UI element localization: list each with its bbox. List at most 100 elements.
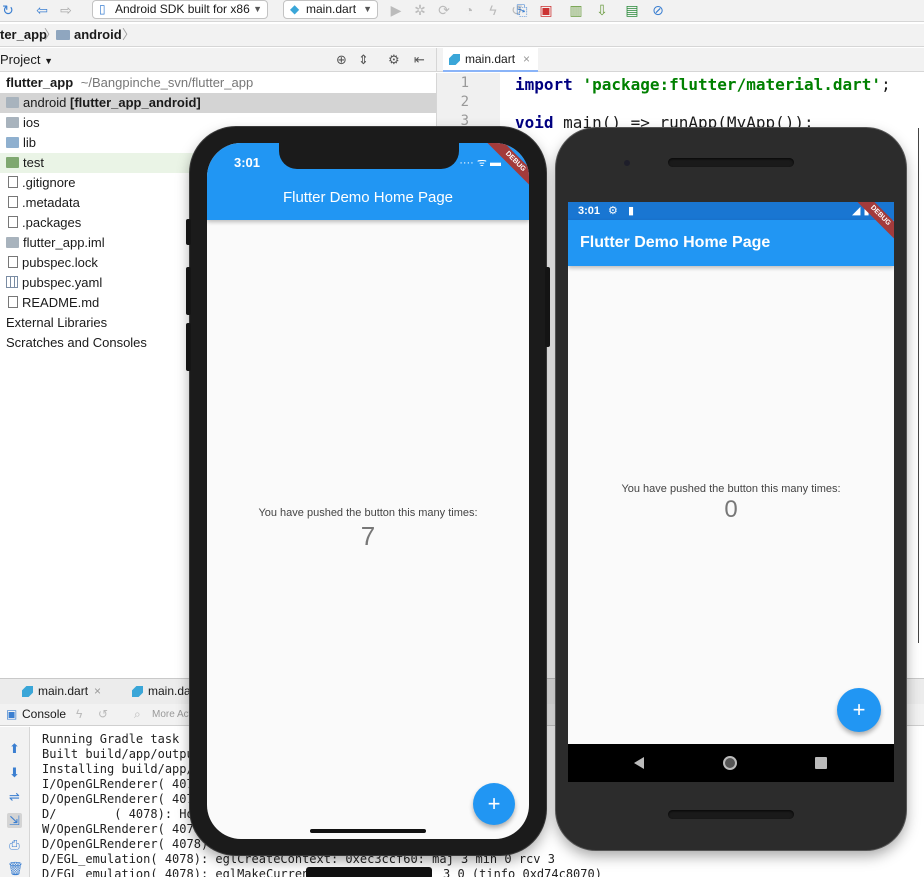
console-line: D/EGL_emulation( 4078): eglMakeCurrent <box>42 867 317 877</box>
console-line: Built build/app/output <box>42 747 201 761</box>
no-entry-icon[interactable]: ⊘ <box>650 1 666 19</box>
app-bar: Flutter Demo Home Page <box>568 220 894 266</box>
counter-message: You have pushed the button this many tim… <box>258 507 478 519</box>
inspector-icon[interactable]: ⌕ <box>134 704 141 725</box>
collapse-all-icon[interactable]: ⇕ <box>358 48 369 72</box>
android-screen[interactable]: 3:01 ⚙ ▮ ◢ ▮ Flutter Demo Home Page DEBU… <box>568 202 894 782</box>
code-line: import 'package:flutter/material.dart'; <box>515 75 891 94</box>
grid-file-icon <box>6 276 18 288</box>
arrow-up-icon[interactable]: ⬆ <box>7 741 22 756</box>
navigation-bar <box>568 744 894 782</box>
top-speaker <box>668 158 794 167</box>
locate-icon[interactable]: ⊕ <box>336 48 347 72</box>
iphone-simulator: 3:01 ···· ᯤ ▬ Flutter Demo Home Page DEB… <box>186 127 550 855</box>
ide-window: ↻ ⇦ ⇨ ▯ Android SDK built for x86 ▼ ◆ ma… <box>0 0 924 877</box>
gear-icon[interactable]: ⚙ <box>388 48 400 72</box>
back-icon[interactable]: ⇦ <box>34 1 50 19</box>
app-bar-title: Flutter Demo Home Page <box>282 189 454 206</box>
increment-button[interactable]: + <box>837 688 881 732</box>
counter-value: 7 <box>360 521 376 551</box>
hot-restart-icon[interactable]: ↺ <box>98 704 108 725</box>
sync-icon[interactable]: ↻ <box>0 1 16 19</box>
run-tab-main-dart-2[interactable]: main.da <box>128 679 191 705</box>
device-selector-label: Android SDK built for x86 <box>115 2 250 16</box>
hot-reload-icon[interactable]: ϟ <box>485 1 501 19</box>
notch <box>279 143 459 169</box>
more-actions-link[interactable]: More Acti <box>152 704 194 725</box>
hot-reload-icon[interactable]: ϟ <box>76 704 82 725</box>
status-time: 3:01 <box>234 155 261 170</box>
tooltip-overlay <box>306 867 432 877</box>
console-line: Installing build/app/o <box>42 762 201 776</box>
dart-icon <box>132 686 143 697</box>
soft-wrap-icon[interactable]: ⇌ <box>7 789 22 804</box>
line-number: 1 <box>460 75 469 91</box>
breadcrumb-item[interactable]: android <box>56 24 122 46</box>
hide-panel-icon[interactable]: ⇤ <box>414 48 425 72</box>
breadcrumb: ter_app 〉 android 〉 <box>0 24 924 47</box>
breadcrumb-separator: 〉 <box>122 27 136 42</box>
phone-icon: ▯ <box>99 2 106 16</box>
stop-icon[interactable]: ▣ <box>538 1 554 19</box>
run-tab-main-dart[interactable]: main.dart × <box>18 679 101 705</box>
status-time: 3:01 <box>578 205 601 217</box>
file-icon <box>8 216 18 228</box>
console-line: D/ ( 4078): Hos <box>42 807 201 821</box>
chevron-down-icon: ▼ <box>363 4 372 14</box>
status-bar: 3:01 ⚙ ▮ ◢ ▮ <box>568 202 894 220</box>
avd-manager-icon[interactable]: ⇩ <box>594 1 610 19</box>
file-icon <box>8 196 18 208</box>
line-number: 2 <box>460 94 469 110</box>
console-side-toolbar: ⬆ ⬇ ⇌ ⇲ ⎙ 🗑 <box>0 727 30 877</box>
back-icon[interactable] <box>634 757 644 769</box>
attach-icon[interactable]: ⎘ <box>514 1 530 19</box>
tree-item-root[interactable]: flutter_app ~/Bangpinche_svn/flutter_app <box>0 73 436 93</box>
chevron-down-icon: ▼ <box>253 4 262 14</box>
forward-icon[interactable]: ⇨ <box>58 1 74 19</box>
counter-message: You have pushed the button this many tim… <box>621 483 841 495</box>
folder-icon <box>6 97 19 108</box>
close-icon[interactable]: × <box>94 684 101 698</box>
increment-button[interactable]: + <box>473 783 515 825</box>
app-bar-title: Flutter Demo Home Page <box>580 234 771 251</box>
scroll-to-end-icon[interactable]: ⇲ <box>7 813 22 828</box>
close-icon[interactable]: × <box>523 52 530 66</box>
counter-value: 0 <box>724 496 738 523</box>
home-indicator[interactable] <box>310 829 426 833</box>
recents-icon[interactable] <box>815 757 827 769</box>
print-icon[interactable]: ⎙ <box>7 837 22 852</box>
tab-main-dart[interactable]: main.dart × <box>443 48 539 72</box>
bottom-speaker <box>668 810 794 819</box>
tree-item-android[interactable]: android [flutter_app_android] <box>0 93 436 113</box>
volume-up-button <box>186 267 191 315</box>
arrow-down-icon[interactable]: ⬇ <box>7 765 22 780</box>
sd-card-icon: ▮ <box>628 205 635 217</box>
file-icon <box>8 176 18 188</box>
iphone-screen[interactable]: 3:01 ···· ᯤ ▬ Flutter Demo Home Page DEB… <box>207 143 529 839</box>
android-emulator: 3:01 ⚙ ▮ ◢ ▮ Flutter Demo Home Page DEBU… <box>556 128 906 850</box>
mute-switch <box>186 219 191 245</box>
run-icon[interactable]: ▶ <box>388 1 404 19</box>
breadcrumb-item[interactable]: ter_app <box>0 24 47 46</box>
tab-console[interactable]: Console <box>22 704 66 725</box>
monitor-icon[interactable]: ▤ <box>624 1 640 19</box>
debug-icon[interactable]: ✲ <box>412 1 428 19</box>
editor-tab-bar: main.dart × <box>436 48 924 72</box>
sdk-manager-icon[interactable]: ▥ <box>568 1 584 19</box>
run-config-label: main.dart <box>306 2 357 16</box>
run-config-selector[interactable]: ◆ main.dart ▼ <box>283 0 378 19</box>
project-view-selector[interactable]: Project ▼ <box>0 48 53 73</box>
coverage-icon[interactable]: ◔ <box>461 1 477 19</box>
trash-icon[interactable]: 🗑 <box>7 861 24 876</box>
console-line: D/OpenGLRenderer( 4078 <box>42 792 201 806</box>
folder-icon <box>6 137 19 148</box>
device-selector[interactable]: ▯ Android SDK built for x86 ▼ <box>92 0 268 19</box>
console-line-tail: 3 0 (tinfo 0xd74c8070) <box>443 867 602 877</box>
front-camera <box>624 160 630 166</box>
module-file-icon <box>6 237 19 248</box>
dart-icon: ◆ <box>290 2 300 16</box>
console-line: Running Gradle task 'a <box>42 732 201 746</box>
profile-icon[interactable]: ⟳ <box>436 1 452 19</box>
console-icon: ▣ <box>6 707 18 721</box>
home-icon[interactable] <box>723 756 737 770</box>
